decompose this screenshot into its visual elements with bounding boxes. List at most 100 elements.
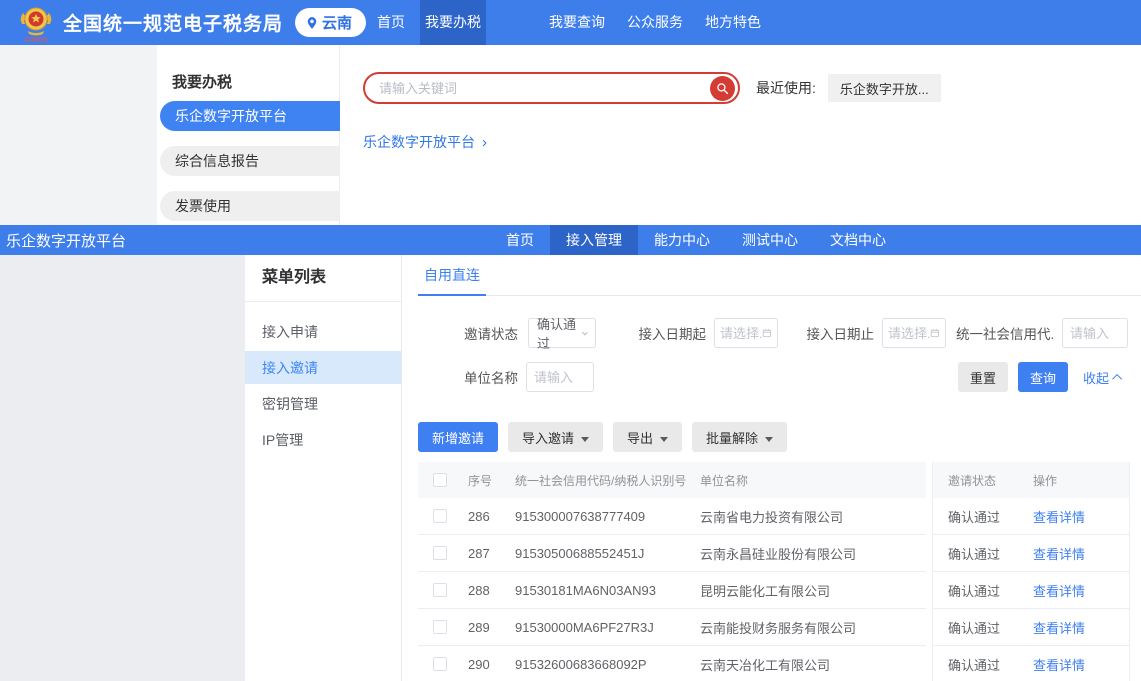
- mega-item-info-report[interactable]: 综合信息报告: [160, 146, 340, 176]
- code-cell: 91530000MA6PF27R3J: [505, 620, 690, 635]
- view-detail-link[interactable]: 查看详情: [1033, 581, 1129, 600]
- date-from-input[interactable]: [720, 326, 762, 341]
- view-detail-link[interactable]: 查看详情: [1033, 618, 1129, 637]
- main-area: 菜单列表 接入申请 接入邀请 密钥管理 IP管理 自用直连 邀请状态 确认通过: [0, 255, 1141, 681]
- top-nav-home[interactable]: 首页: [372, 0, 410, 45]
- col-status-header: 邀请状态: [933, 472, 1033, 489]
- table-row: 286 915300007638777409 云南省电力投资有限公司: [418, 498, 926, 535]
- platform-nav-home[interactable]: 首页: [490, 225, 550, 255]
- row-checkbox[interactable]: [433, 509, 447, 523]
- table-header-row-fixed: 邀请状态 操作: [933, 462, 1129, 498]
- search-button[interactable]: [710, 76, 735, 101]
- add-invite-button[interactable]: 新增邀请: [418, 422, 498, 452]
- date-to-input[interactable]: [888, 326, 930, 341]
- reset-button[interactable]: 重置: [958, 362, 1008, 392]
- chevron-right-icon: ›: [482, 134, 487, 151]
- row-checkbox[interactable]: [433, 546, 447, 560]
- row-checkbox[interactable]: [433, 620, 447, 634]
- keyword-search-input[interactable]: [379, 81, 710, 96]
- table-row: 289 91530000MA6PF27R3J 云南能投财务服务有限公司: [418, 609, 926, 646]
- invite-status-select[interactable]: 确认通过: [528, 318, 596, 348]
- side-item-ip-mgmt[interactable]: IP管理: [245, 423, 401, 456]
- company-cell: 云南天冶化工有限公司: [690, 655, 926, 674]
- credit-code-field: [1062, 318, 1128, 348]
- side-item-key-mgmt[interactable]: 密钥管理: [245, 387, 401, 420]
- chevron-down-icon: [581, 329, 589, 338]
- company-name-input[interactable]: [534, 370, 586, 385]
- platform-nav-access-mgmt[interactable]: 接入管理: [550, 225, 638, 255]
- export-button[interactable]: 导出: [613, 422, 682, 452]
- table-row-fixed: 确认通过 查看详情: [933, 609, 1129, 646]
- caret-down-icon: [581, 437, 589, 442]
- region-selector[interactable]: 云南: [295, 8, 366, 37]
- row-checkbox[interactable]: [433, 583, 447, 597]
- calendar-icon: [762, 327, 772, 339]
- table-row: 288 91530181MA6N03AN93 昆明云能化工有限公司: [418, 572, 926, 609]
- top-nav-public-service[interactable]: 公众服务: [622, 0, 688, 45]
- date-to-label: 接入日期止: [804, 323, 874, 343]
- import-invite-button[interactable]: 导入邀请: [508, 422, 603, 452]
- invite-status-label: 邀请状态: [418, 323, 518, 343]
- status-cell: 确认通过: [933, 655, 1033, 674]
- status-cell: 确认通过: [933, 618, 1033, 637]
- seq-cell: 287: [458, 546, 505, 561]
- row-checkbox[interactable]: [433, 657, 447, 671]
- col-seq-header: 序号: [458, 472, 505, 489]
- mega-menu-panel: 我要办税 乐企数字开放平台 综合信息报告 发票使用: [157, 45, 340, 225]
- calendar-icon: [930, 327, 940, 339]
- top-nav-local-features[interactable]: 地方特色: [700, 0, 766, 45]
- company-cell: 云南永昌硅业股份有限公司: [690, 544, 926, 563]
- side-item-access-invite[interactable]: 接入邀请: [245, 351, 401, 384]
- view-detail-link[interactable]: 查看详情: [1033, 655, 1129, 674]
- region-name: 云南: [322, 12, 352, 33]
- code-cell: 91532600683668092P: [505, 657, 690, 672]
- filter-form: 邀请状态 确认通过 接入日期起 接入日期止 统一社会信: [418, 296, 1141, 392]
- batch-remove-button[interactable]: 批量解除: [692, 422, 787, 452]
- col-code-header: 统一社会信用代码/纳税人识别号: [505, 472, 690, 489]
- code-cell: 91530181MA6N03AN93: [505, 583, 690, 598]
- mega-backdrop: [0, 45, 157, 225]
- main-backdrop: [0, 255, 245, 681]
- platform-bar: 乐企数字开放平台 首页 接入管理 能力中心 测试中心 文档中心: [0, 225, 1141, 255]
- company-name-field: [526, 362, 594, 392]
- mega-item-invoice-use[interactable]: 发票使用: [160, 191, 340, 221]
- query-button[interactable]: 查询: [1018, 362, 1068, 392]
- date-from-picker[interactable]: [714, 318, 778, 348]
- platform-brand: 乐企数字开放平台: [0, 230, 126, 251]
- platform-nav: 首页 接入管理 能力中心 测试中心 文档中心: [490, 225, 902, 255]
- platform-result-link[interactable]: 乐企数字开放平台 ›: [363, 132, 1141, 152]
- keyword-search: [363, 72, 740, 104]
- location-pin-icon: [305, 16, 319, 30]
- recent-used-item[interactable]: 乐企数字开放...: [828, 74, 941, 102]
- content-panel: 自用直连 邀请状态 确认通过 接入日期起 接入日期止: [402, 255, 1141, 681]
- top-nav-handle-tax[interactable]: 我要办税: [420, 0, 486, 45]
- platform-nav-capability-center[interactable]: 能力中心: [638, 225, 726, 255]
- invite-table: 序号 统一社会信用代码/纳税人识别号 单位名称 286 915300007638…: [418, 462, 1130, 681]
- col-action-header: 操作: [1033, 472, 1129, 489]
- svg-text:中国税务: 中国税务: [24, 36, 48, 44]
- tab-self-direct[interactable]: 自用直连: [418, 255, 486, 296]
- view-detail-link[interactable]: 查看详情: [1033, 544, 1129, 563]
- collapse-label: 收起: [1083, 368, 1109, 387]
- table-header-row: 序号 统一社会信用代码/纳税人识别号 单位名称: [418, 462, 926, 498]
- seq-cell: 286: [458, 509, 505, 524]
- date-to-picker[interactable]: [882, 318, 946, 348]
- credit-code-input[interactable]: [1070, 326, 1120, 341]
- top-nav-query[interactable]: 我要查询: [544, 0, 610, 45]
- code-cell: 91530500688552451J: [505, 546, 690, 561]
- table-row-fixed: 确认通过 查看详情: [933, 572, 1129, 609]
- mega-section-title: 我要办税: [157, 71, 339, 89]
- col-company-header: 单位名称: [690, 472, 926, 489]
- platform-nav-test-center[interactable]: 测试中心: [726, 225, 814, 255]
- view-detail-link[interactable]: 查看详情: [1033, 507, 1129, 526]
- collapse-toggle[interactable]: 收起: [1083, 368, 1122, 387]
- side-item-access-apply[interactable]: 接入申请: [245, 315, 401, 348]
- top-header: 中国税务 全国统一规范电子税务局 云南 首页 我要办税 我要查询 公众服务 地方…: [0, 0, 1141, 45]
- table-row-fixed: 确认通过 查看详情: [933, 646, 1129, 681]
- side-menu: 菜单列表 接入申请 接入邀请 密钥管理 IP管理: [245, 255, 402, 681]
- platform-nav-doc-center[interactable]: 文档中心: [814, 225, 902, 255]
- table-row-fixed: 确认通过 查看详情: [933, 535, 1129, 572]
- select-all-checkbox[interactable]: [433, 473, 447, 487]
- tax-bureau-logo-icon: 中国税务: [18, 4, 54, 44]
- mega-item-leqi-platform[interactable]: 乐企数字开放平台: [160, 101, 340, 131]
